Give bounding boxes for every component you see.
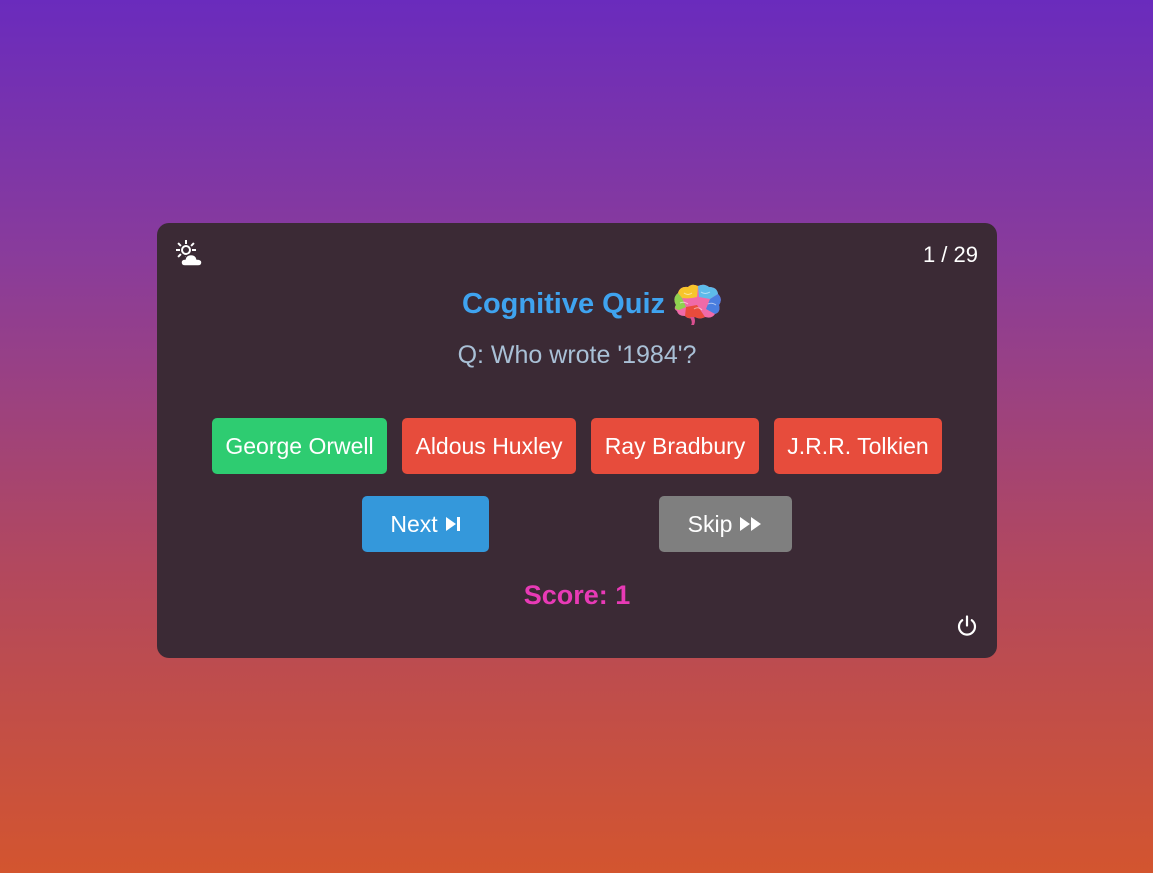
answer-options: George Orwell Aldous Huxley Ray Bradbury… [212, 418, 942, 474]
question-text: Q: Who wrote '1984'? [457, 341, 697, 369]
question-counter: 1 / 29 [922, 242, 978, 267]
skip-button-label: Skip [687, 510, 733, 537]
fast-forward-icon [740, 517, 762, 531]
quiz-card: 1 / 29 Cognitive Quiz Q: Who wrote '1984… [157, 223, 997, 658]
sun-cloud-icon [176, 240, 203, 267]
answer-option[interactable]: J.R.R. Tolkien [774, 418, 942, 474]
page-title: Cognitive Quiz [462, 287, 665, 320]
theme-toggle-button[interactable] [175, 239, 207, 269]
score-display: Score: 1 [523, 580, 631, 610]
power-button[interactable] [955, 614, 979, 638]
brain-icon [674, 284, 721, 325]
power-icon [957, 615, 977, 636]
next-track-icon [445, 517, 460, 531]
title-row: Cognitive Quiz [157, 283, 997, 325]
answer-option[interactable]: Ray Bradbury [591, 418, 759, 474]
answer-option[interactable]: Aldous Huxley [402, 418, 576, 474]
next-button-label: Next [390, 510, 438, 537]
skip-button[interactable]: Skip [659, 496, 792, 552]
answer-option-correct[interactable]: George Orwell [212, 418, 387, 474]
next-button[interactable]: Next [362, 496, 489, 552]
